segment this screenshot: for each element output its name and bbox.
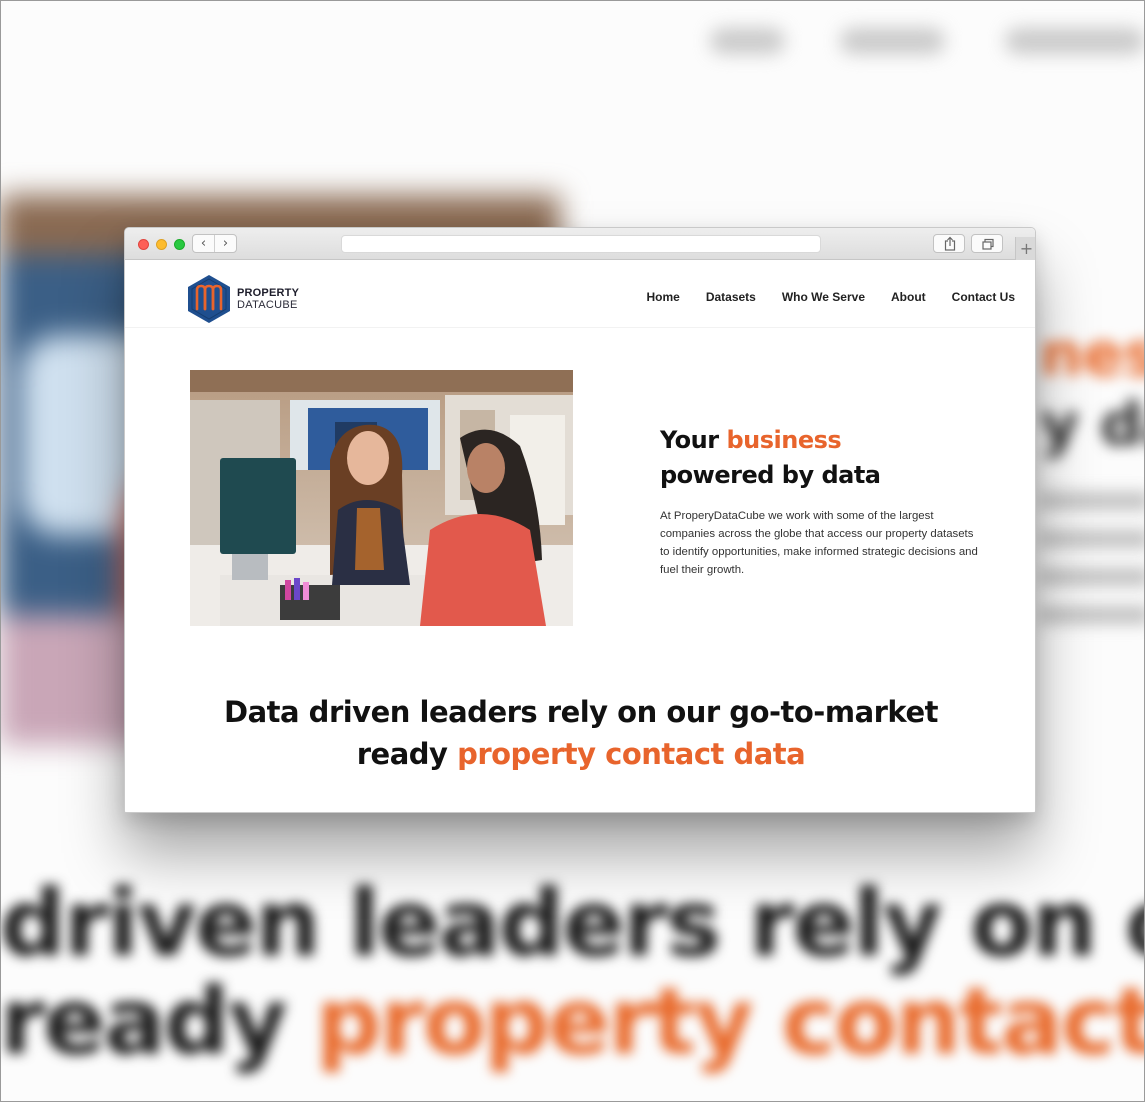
office-photo-illustration xyxy=(190,370,573,626)
blurred-heading-line2: ready property contact data xyxy=(0,968,1145,1075)
blurred-nav-item xyxy=(1005,28,1145,54)
tabs-icon xyxy=(982,238,994,250)
maximize-window-button[interactable] xyxy=(174,239,185,250)
blurred-hero-title: ness y da xyxy=(1040,320,1145,460)
browser-titlebar: ‹ › + xyxy=(125,228,1035,260)
blurred-paragraph-line xyxy=(1040,568,1145,586)
close-window-button[interactable] xyxy=(138,239,149,250)
section-heading-accent: property contact data xyxy=(457,737,806,771)
nav-datasets[interactable]: Datasets xyxy=(706,290,756,304)
blurred-paragraph-line xyxy=(1040,606,1145,624)
site-logo[interactable]: PROPERTY DATACUBE xyxy=(185,273,299,325)
section-heading-line1: Data driven leaders rely on our go-to-ma… xyxy=(224,695,938,729)
show-tabs-button[interactable] xyxy=(971,234,1003,253)
nav-contact-us[interactable]: Contact Us xyxy=(952,290,1015,304)
hero-title: Your business powered by data xyxy=(660,426,881,489)
blurred-heading-line1: driven leaders rely on our go-to- xyxy=(0,870,1145,977)
browser-window: ‹ › + PROPERTY DATACUBE Home Datasets Wh… xyxy=(124,227,1036,813)
nav-who-we-serve[interactable]: Who We Serve xyxy=(782,290,865,304)
blurred-paragraph-line xyxy=(1040,492,1145,510)
logo-text-property: PROPERTY xyxy=(237,287,300,299)
logo-text-datacube: DATACUBE xyxy=(237,299,298,311)
datacube-logo-icon xyxy=(188,275,230,323)
nav-home[interactable]: Home xyxy=(646,290,679,304)
address-bar[interactable] xyxy=(341,235,821,253)
hero-copy: Your business powered by data At Propery… xyxy=(660,423,980,579)
hero-title-accent: business xyxy=(726,426,842,454)
minimize-window-button[interactable] xyxy=(156,239,167,250)
new-tab-button[interactable]: + xyxy=(1015,237,1035,260)
blurred-nav-item xyxy=(710,28,785,54)
blurred-paragraph-line xyxy=(1040,530,1145,548)
site-header: PROPERTY DATACUBE Home Datasets Who We S… xyxy=(125,260,1035,328)
website-viewport: PROPERTY DATACUBE Home Datasets Who We S… xyxy=(125,260,1035,812)
section-heading-line2: ready property contact data xyxy=(356,737,806,771)
forward-button[interactable]: › xyxy=(214,235,236,252)
nav-about[interactable]: About xyxy=(891,290,926,304)
back-button[interactable]: ‹ xyxy=(193,235,214,252)
hero-photo xyxy=(190,370,573,626)
main-nav: Home Datasets Who We Serve About Contact… xyxy=(620,290,1015,304)
hero-paragraph: At ProperyDataCube we work with some of … xyxy=(660,510,978,576)
share-icon xyxy=(944,236,956,251)
share-button[interactable] xyxy=(933,234,965,253)
section-heading: Data driven leaders rely on our go-to-ma… xyxy=(125,691,1035,775)
history-nav: ‹ › xyxy=(192,234,237,253)
blurred-nav-item xyxy=(840,28,945,54)
